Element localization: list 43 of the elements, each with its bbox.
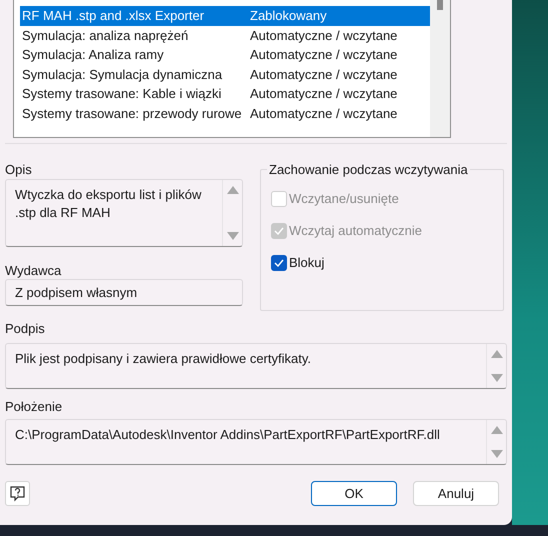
addin-status: Automatyczne / wczytane bbox=[250, 26, 398, 45]
checkbox-label: Wczytaj automatycznie bbox=[289, 222, 422, 240]
scroll-up-icon[interactable] bbox=[490, 426, 502, 434]
checkmark-icon bbox=[274, 259, 284, 267]
cancel-button[interactable]: Anuluj bbox=[413, 481, 499, 506]
scrollbar[interactable] bbox=[430, 0, 450, 137]
addin-row[interactable]: Systemy trasowane: Kable i wiązki Automatyczne / wczytane bbox=[20, 84, 430, 104]
addin-row[interactable]: Symulacja: Symulacja dynamiczna Automatyczne / wczytane bbox=[20, 64, 430, 84]
help-icon bbox=[10, 486, 25, 502]
addin-row[interactable]: Symulacja: Analiza ramy Automatyczne / wczytane bbox=[20, 45, 430, 64]
checkbox[interactable] bbox=[271, 255, 287, 271]
scroll-down-icon[interactable] bbox=[490, 374, 502, 382]
addin-name: Symulacja: Symulacja dynamiczna bbox=[21, 66, 224, 84]
checkbox-label: Wczytane/usunięte bbox=[289, 190, 399, 208]
signature-box[interactable]: Plik jest podpisany i zawiera prawidłowe certyfikaty. bbox=[5, 343, 507, 389]
location-box[interactable]: C:\ProgramData\Autodesk\Inventor Addins\PartExportRF\PartExportRF.dll bbox=[5, 419, 507, 465]
addin-status: Automatyczne / wczytane bbox=[250, 66, 398, 84]
checkmark-icon bbox=[274, 227, 284, 235]
field-label: Wydawca bbox=[5, 262, 62, 278]
description-box[interactable]: Wtyczka do eksportu list i plików .stp dla RF MAH bbox=[5, 179, 243, 247]
scroll-down-icon[interactable] bbox=[226, 232, 238, 240]
addin-row[interactable]: RF MAH .stp and .xlsx Exporter Zablokowany bbox=[20, 6, 430, 26]
help-button[interactable] bbox=[5, 481, 30, 506]
addin-row[interactable]: Symulacja: analiza naprężeń Automatyczne / wczytane bbox=[20, 26, 430, 45]
addin-name: Symulacja: Analiza ramy bbox=[21, 46, 165, 64]
addin-status: Automatyczne / wczytane bbox=[250, 85, 398, 103]
field-label: Podpis bbox=[5, 320, 46, 338]
checkbox-label: Blokuj bbox=[289, 254, 324, 272]
addin-row[interactable]: Systemy trasowane: przewody rurowe Automatyczne / wczytane bbox=[20, 104, 430, 123]
addin-name: Symulacja: analiza naprężeń bbox=[21, 26, 190, 45]
field-label: Opis bbox=[5, 161, 33, 179]
scroll-up-icon[interactable] bbox=[490, 350, 502, 358]
addin-name: Systemy trasowane: Kable i wiązki bbox=[21, 85, 222, 103]
addin-status: Automatyczne / wczytane bbox=[250, 104, 398, 123]
addin-status: Zablokowany bbox=[250, 7, 327, 25]
ok-button[interactable]: OK bbox=[311, 481, 397, 506]
field-label: Położenie bbox=[5, 398, 64, 416]
scroll-up-icon[interactable] bbox=[226, 186, 238, 194]
addin-status: Automatyczne / wczytane bbox=[250, 46, 398, 64]
scroll-down-icon[interactable] bbox=[490, 450, 502, 458]
publisher-field: Z podpisem własnym bbox=[5, 279, 243, 306]
addin-name: RF MAH .stp and .xlsx Exporter bbox=[21, 7, 206, 25]
addin-name: Systemy trasowane: przewody rurowe bbox=[21, 104, 243, 123]
